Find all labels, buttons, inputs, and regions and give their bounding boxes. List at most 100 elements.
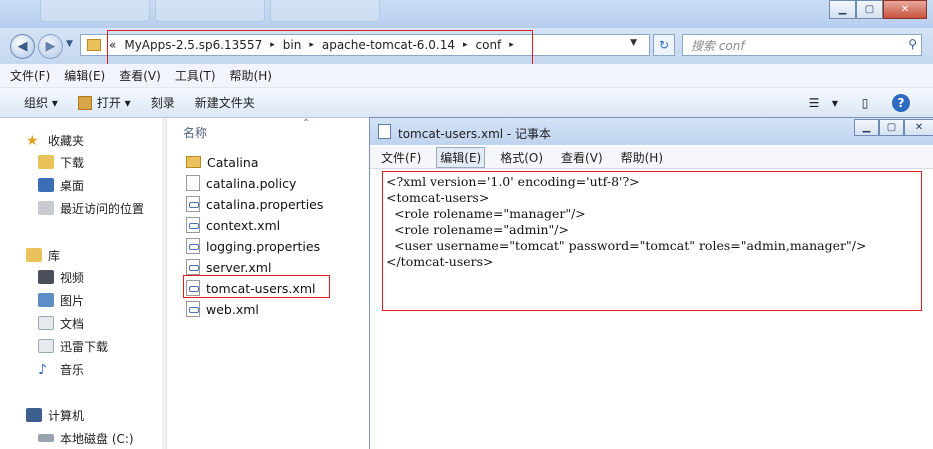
file-item-catalina-properties[interactable]: catalina.properties [186,194,323,214]
open-button[interactable]: 打开 ▾ [77,94,131,111]
xml-file-icon [186,301,200,317]
nav-label: 桌面 [60,178,85,193]
nav-favorites[interactable]: ★ 收藏夹 [26,130,84,150]
nav-documents[interactable]: 文档 [38,313,84,333]
file-name: Catalina [207,154,259,170]
file-item-catalina[interactable]: Catalina [186,152,258,172]
notepad-titlebar: tomcat-users.xml - 记事本 ▁ ▢ ✕ [370,118,933,145]
menu-edit[interactable]: 编辑(E) [64,67,105,84]
nav-label: 下载 [60,155,85,170]
recent-pages-dropdown-icon[interactable]: ▼ [66,39,73,49]
nav-local-disk[interactable]: 本地磁盘 (C:) [38,428,134,448]
nav-label: 库 [48,248,61,263]
explorer-window-controls: ▁ ▢ ✕ [829,0,927,19]
text-line: </tomcat-users> [386,254,494,269]
nav-label: 文档 [60,316,85,331]
text-line: <tomcat-users> [386,190,490,205]
close-button[interactable]: ✕ [883,0,927,19]
picture-library-icon [38,293,54,307]
np-menu-help[interactable]: 帮助(H) [618,148,666,167]
back-button[interactable]: ◀ [10,34,35,59]
address-dropdown-icon[interactable]: ▼ [630,38,637,48]
computer-icon [26,408,42,422]
nav-desktop[interactable]: 桌面 [38,175,84,195]
nav-recent-places[interactable]: 最近访问的位置 [38,198,144,218]
text-line: <role rolename="manager"/> [386,206,586,221]
file-item-web-xml[interactable]: web.xml [186,299,259,319]
search-input[interactable]: 搜索 conf ⚲ [682,34,922,56]
refresh-icon: ↻ [658,38,670,52]
star-icon: ★ [26,133,39,149]
menu-tools[interactable]: 工具(T) [175,67,216,84]
file-highlight-box [183,275,330,298]
open-label: 打开 ▾ [96,96,131,110]
refresh-button[interactable]: ↻ [653,34,675,56]
search-placeholder: 搜索 conf [691,38,745,53]
notepad-text-area[interactable]: <?xml version='1.0' encoding='utf-8'?> <t… [382,171,922,311]
search-icon[interactable]: ⚲ [908,37,917,51]
nav-scrollbar[interactable] [162,118,166,449]
text-line: <?xml version='1.0' encoding='utf-8'?> [386,174,640,189]
organize-label: 组织 ▾ [24,96,58,110]
new-folder-button[interactable]: 新建文件夹 [195,94,255,111]
view-options-icon[interactable]: ☰ [805,94,823,112]
downloads-folder-icon [38,155,54,169]
background-window-tab [155,0,265,22]
file-item-catalina-policy[interactable]: catalina.policy [186,173,296,193]
file-name: server.xml [206,259,272,275]
np-menu-edit[interactable]: 编辑(E) [436,147,486,168]
notepad-maximize-button[interactable]: ▢ [879,119,904,136]
notepad-title: tomcat-users.xml - 记事本 [398,127,552,141]
nav-music[interactable]: ♪ 音乐 [38,359,84,379]
music-note-icon: ♪ [38,362,47,378]
menu-help[interactable]: 帮助(H) [230,67,272,84]
xml-file-icon [186,259,200,275]
explorer-titlebar: ▁ ▢ ✕ [0,0,933,28]
notepad-minimize-button[interactable]: ▁ [854,119,879,136]
navigation-pane: ★ 收藏夹 下载 桌面 最近访问的位置 库 视频 图片 文档 迅雷下载 ♪ 音乐 计… [0,118,167,449]
burn-button[interactable]: 刻录 [151,94,175,111]
xml-file-icon [186,238,200,254]
column-header-name[interactable]: 名称 [183,124,207,141]
nav-thunder-downloads[interactable]: 迅雷下载 [38,336,108,356]
new-folder-label: 新建文件夹 [194,96,255,110]
forward-arrow-icon: ▶ [45,39,56,54]
notepad-close-button[interactable]: ✕ [904,119,933,136]
help-icon[interactable]: ? [892,94,910,112]
np-menu-format[interactable]: 格式(O) [497,148,546,167]
xml-file-icon [186,196,200,212]
menu-view[interactable]: 查看(V) [119,67,161,84]
video-library-icon [38,270,54,284]
file-item-context-xml[interactable]: context.xml [186,215,280,235]
nav-label: 音乐 [60,362,85,377]
nav-label: 视频 [60,270,85,285]
file-name: catalina.properties [206,196,324,212]
file-item-logging-properties[interactable]: logging.properties [186,236,320,256]
nav-computer[interactable]: 计算机 [26,405,84,425]
organize-button[interactable]: 组织 ▾ [24,94,58,111]
file-name: web.xml [206,301,259,317]
maximize-button[interactable]: ▢ [856,0,883,19]
notepad-icon [378,124,391,139]
explorer-menubar: 文件(F) 编辑(E) 查看(V) 工具(T) 帮助(H) [0,64,933,88]
file-name: logging.properties [206,238,321,254]
minimize-button[interactable]: ▁ [829,0,856,19]
nav-label: 本地磁盘 (C:) [60,431,134,446]
np-menu-file[interactable]: 文件(F) [378,148,424,167]
nav-pictures[interactable]: 图片 [38,290,84,310]
preview-pane-icon[interactable]: ▯ [856,94,874,112]
nav-label: 最近访问的位置 [60,201,145,216]
file-item-server-xml[interactable]: server.xml [186,257,271,277]
menu-file[interactable]: 文件(F) [10,67,50,84]
nav-videos[interactable]: 视频 [38,267,84,287]
np-menu-view[interactable]: 查看(V) [558,148,606,167]
nav-libraries[interactable]: 库 [26,245,60,265]
thunder-library-icon [38,339,54,353]
forward-button[interactable]: ▶ [38,34,63,59]
view-dropdown-icon[interactable]: ▼ [826,94,844,112]
text-line: <role rolename="admin"/> [386,222,569,237]
hard-drive-icon [38,434,54,442]
nav-downloads[interactable]: 下载 [38,152,84,172]
xml-file-icon [186,217,200,233]
nav-label: 收藏夹 [48,133,85,148]
